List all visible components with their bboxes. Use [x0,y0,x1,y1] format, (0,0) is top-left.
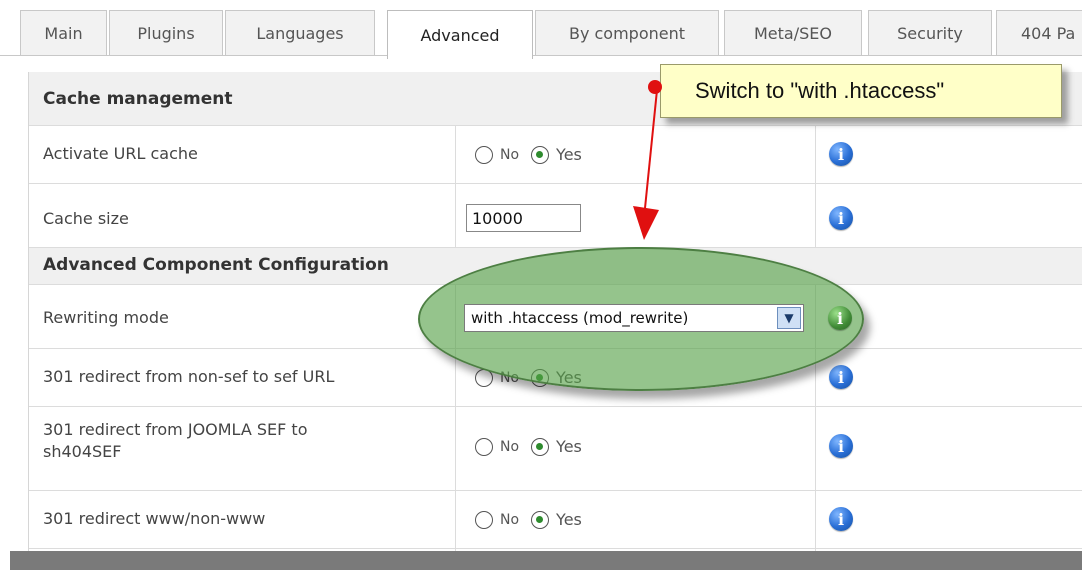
tab-label: Advanced [420,25,500,45]
callout-text: Switch to "with .htaccess" [695,78,945,103]
tab-advanced[interactable]: Advanced [387,10,533,59]
annotation-dot [648,80,662,94]
bottom-bar [10,551,1082,570]
annotation-callout: Switch to "with .htaccess" [660,64,1062,118]
